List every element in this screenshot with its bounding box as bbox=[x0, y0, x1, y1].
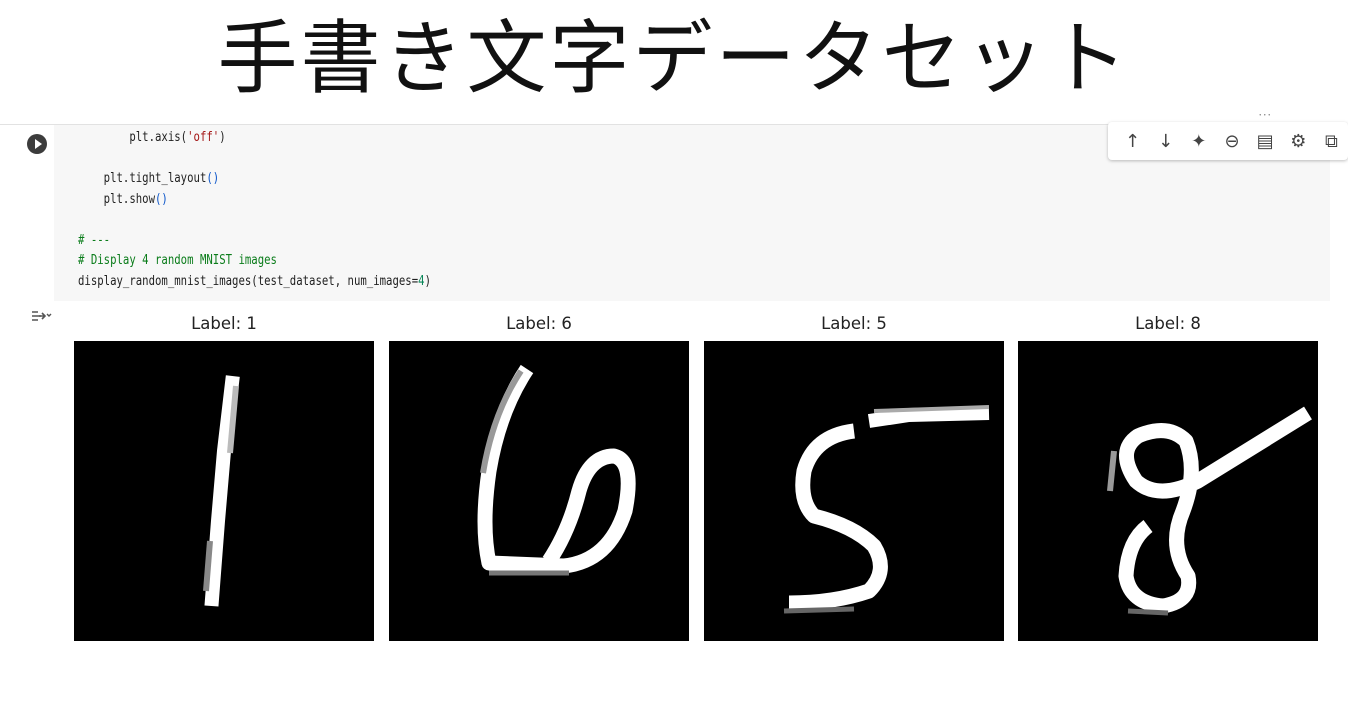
code-token: () bbox=[206, 171, 220, 186]
move-down-icon[interactable]: ↓ bbox=[1149, 127, 1182, 155]
code-token: display_random_mnist_images(test_dataset… bbox=[78, 273, 419, 289]
code-line: # Display 4 random MNIST images bbox=[78, 251, 816, 272]
panel-label-1: Label: 1 bbox=[191, 314, 257, 333]
settings-gear-icon[interactable]: ⚙ bbox=[1282, 127, 1315, 155]
run-cell-button[interactable] bbox=[27, 134, 47, 154]
slide-title: 手書き文字データセット bbox=[217, 12, 1131, 105]
code-token: ) bbox=[424, 273, 431, 289]
code-token: () bbox=[155, 191, 168, 207]
code-token: plt.tight_layout bbox=[78, 171, 207, 186]
code-line: plt.tight_layout() bbox=[78, 169, 816, 190]
panel-label-3: Label: 5 bbox=[821, 314, 887, 333]
cell-gutter bbox=[0, 125, 54, 301]
link-icon[interactable]: ⊖ bbox=[1215, 127, 1248, 155]
cell-toolbar: ↑ ↓ ✦ ⊖ ▤ ⚙ ⧉ bbox=[1108, 122, 1348, 160]
code-line: # --- bbox=[78, 231, 816, 252]
code-line: plt.show() bbox=[78, 190, 816, 211]
panel-label-4: Label: 8 bbox=[1135, 314, 1201, 333]
mnist-digit-image-1 bbox=[74, 341, 374, 641]
gemini-sparkle-icon[interactable]: ✦ bbox=[1182, 127, 1215, 155]
comment-icon[interactable]: ▤ bbox=[1249, 127, 1282, 155]
code-token: # Display 4 random MNIST images bbox=[78, 253, 277, 268]
output-toggle-icon[interactable] bbox=[30, 308, 52, 324]
code-token: 'off' bbox=[187, 130, 220, 145]
mnist-digit-image-3 bbox=[704, 341, 1004, 641]
code-line: plt.axis('off') bbox=[78, 128, 816, 149]
code-token: plt.axis( bbox=[78, 130, 188, 145]
code-token: ) bbox=[219, 130, 226, 145]
code-token: # --- bbox=[78, 232, 111, 248]
mnist-digit-image-4 bbox=[1018, 341, 1318, 641]
move-up-icon[interactable]: ↑ bbox=[1116, 127, 1149, 155]
partial-cell-status: ･･･ bbox=[1258, 108, 1328, 118]
code-line: display_random_mnist_images(test_dataset… bbox=[78, 272, 816, 293]
mirror-cell-icon[interactable]: ⧉ bbox=[1315, 127, 1348, 155]
code-editor[interactable]: plt.axis('off') plt.tight_layout() plt.s… bbox=[78, 128, 816, 292]
panel-label-2: Label: 6 bbox=[506, 314, 572, 333]
code-token: plt.show bbox=[78, 191, 156, 207]
mnist-digit-image-2 bbox=[389, 341, 689, 641]
